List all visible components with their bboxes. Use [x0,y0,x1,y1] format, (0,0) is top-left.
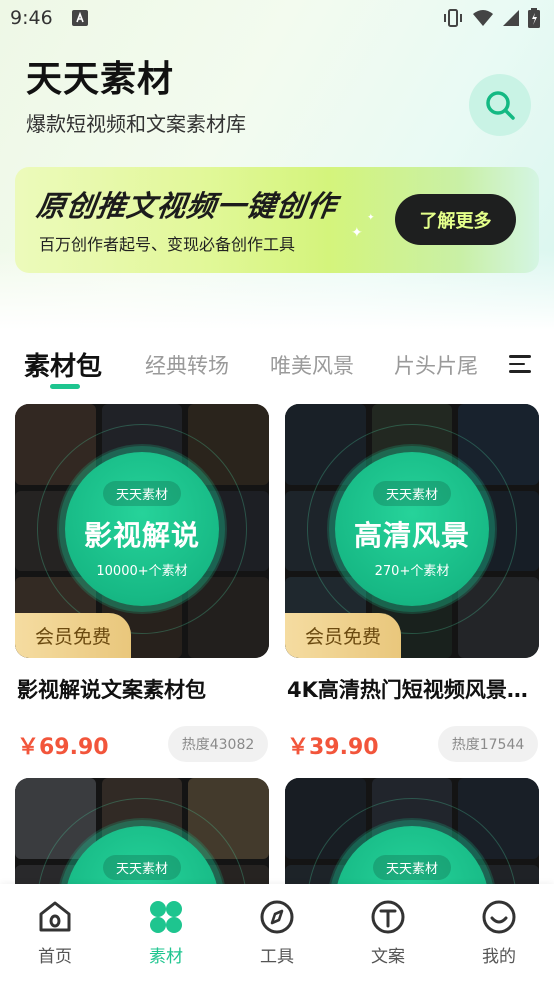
smile-icon [482,900,516,934]
search-button[interactable] [469,74,531,136]
tab-intro-outro[interactable]: 片头片尾 [394,350,478,380]
notification-a-icon [72,10,88,26]
promo-banner[interactable]: 原创推文视频一键创作 百万创作者起号、变现必备创作工具 ✦ ✦ 了解更多 [15,167,539,273]
badge-count: 270+个素材 [374,564,450,579]
nav-label: 首页 [38,947,72,967]
vip-free-tag: 会员免费 [15,613,131,658]
search-icon [486,91,515,120]
bottom-navigation: 首页 素材 工具 文案 我的 [0,884,554,984]
badge-title: 影视解说 [83,519,200,552]
card-price: ￥69.90 [17,735,109,760]
battery-icon [528,8,540,28]
material-card[interactable]: 天天素材 影视解说 10000+个素材 会员免费 影视解说文案素材包 ￥69.9… [15,404,269,762]
vip-free-tag: 会员免费 [285,613,401,658]
banner-subtitle: 百万创作者起号、变现必备创作工具 [39,235,296,254]
banner-title: 原创推文视频一键创作 [34,189,340,223]
brand-tag: 天天素材 [373,481,451,506]
badge-count: 10000+个素材 [96,564,188,579]
nav-label: 素材 [149,947,183,967]
card-thumbnail: 天天素材 高清风景 270+个素材 会员免费 [285,404,539,658]
tab-scenery[interactable]: 唯美风景 [270,350,354,380]
status-time: 9:46 [10,7,53,29]
heat-badge: 热度17544 [438,726,538,762]
badge-title: 高清风景 [353,519,470,552]
nav-label: 文案 [371,947,405,967]
brand-tag: 天天素材 [373,855,451,880]
nav-item-copywriting[interactable]: 文案 [348,898,428,967]
brand-tag: 天天素材 [103,855,181,880]
learn-more-button[interactable]: 了解更多 [395,194,516,245]
card-title: 影视解说文案素材包 [17,678,206,702]
card-price: ￥39.90 [287,735,379,760]
compass-icon [260,900,294,934]
tab-classic-transition[interactable]: 经典转场 [145,350,229,380]
sparkle-icon: ✦ [351,225,363,241]
home-icon [39,901,71,932]
card-thumbnail: 天天素材 影视解说 10000+个素材 会员免费 [15,404,269,658]
material-card[interactable]: 天天素材 高清风景 270+个素材 会员免费 4K高清热门短视频风景素材包 ￥3… [285,404,539,762]
card-title: 4K高清热门短视频风景素材包 [287,678,539,702]
nav-label: 我的 [482,947,516,967]
nav-item-profile[interactable]: 我的 [459,898,539,967]
sparkle-icon: ✦ [367,213,375,223]
nav-label: 工具 [260,947,294,967]
wifi-icon [473,10,493,26]
app-title: 天天素材 [26,59,175,100]
nav-item-material[interactable]: 素材 [126,898,206,967]
brand-tag: 天天素材 [103,481,181,506]
signal-icon [503,10,519,26]
category-tabs: 素材包 经典转场 唯美风景 片头片尾 [0,340,554,396]
status-bar: 9:46 [0,0,554,38]
nav-item-tools[interactable]: 工具 [237,898,317,967]
nav-item-home[interactable]: 首页 [15,898,95,967]
heat-badge: 热度43082 [168,726,268,762]
tab-indicator [50,384,80,389]
text-icon [371,900,405,934]
tab-material-pack[interactable]: 素材包 [24,346,102,383]
app-subtitle: 爆款短视频和文案素材库 [26,112,246,136]
clover-icon [150,901,182,933]
vibrate-icon [444,9,462,27]
menu-icon[interactable] [509,355,531,375]
